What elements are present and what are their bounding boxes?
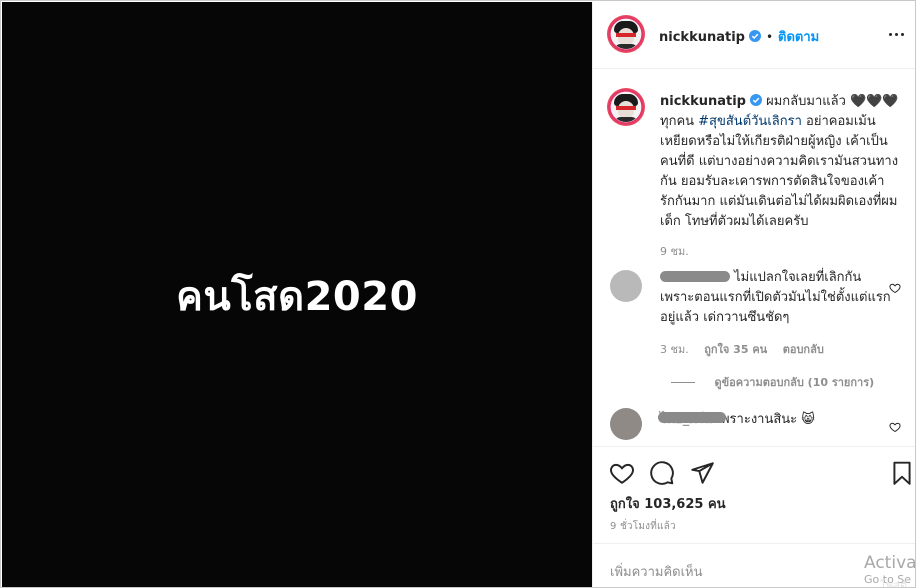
post-actions: ถูกใจ 103,625 คน 9 ชั่วโมงที่แล้ว (593, 446, 915, 544)
likes-count[interactable]: ถูกใจ 103,625 คน (610, 493, 726, 514)
comment-bubble-icon[interactable] (649, 460, 675, 486)
view-replies-link[interactable]: ดูข้อความตอบกลับ (10 รายการ) (715, 376, 875, 389)
post-side-panel: nickkunatip • ติดตาม nickkunatip ผมกลับมาแ… (592, 2, 916, 588)
follow-button[interactable]: ติดตาม (778, 30, 819, 45)
verified-badge-icon (748, 30, 761, 42)
windows-activation-watermark: Activat Go to Se โพสต์ (864, 553, 916, 588)
view-replies-row[interactable]: ดูข้อความตอบกลับ (10 รายการ) (671, 373, 874, 391)
avatar-photo (611, 19, 641, 49)
instagram-post-window: คนโสด2020 nickkunatip • ติดตาม nickkunat… (0, 0, 916, 588)
comment-item: ไม่แปลกใจเลยที่เลิกกัน เพราะตอนแรกที่เปิ… (660, 268, 896, 328)
author-avatar[interactable] (607, 15, 645, 53)
share-send-icon[interactable] (689, 460, 715, 486)
media-text: คนโสด2020 (176, 274, 418, 320)
save-bookmark-icon[interactable] (889, 460, 915, 486)
comment-like-heart-icon[interactable] (889, 421, 901, 433)
header-separator: • (765, 30, 774, 44)
header-username[interactable]: nickkunatip (659, 30, 745, 45)
watermark-line-3: โพสต์ (880, 579, 908, 588)
comment-like-count[interactable]: ถูกใจ 35 คน (704, 343, 767, 356)
comment-avatar[interactable] (610, 408, 642, 440)
comment-meta: 3 ชม. ถูกใจ 35 คน ตอบกลับ (660, 340, 824, 358)
like-heart-icon[interactable] (609, 460, 635, 486)
post-header: nickkunatip • ติดตาม (593, 2, 915, 69)
watermark-line-1: Activat (864, 553, 916, 573)
caption-text-part-2: อย่าคอมเม้นเหยียดหรือไม่ให้เกียรติฝ่ายผู… (660, 114, 899, 229)
replies-line (671, 382, 695, 383)
posted-time: 9 ชั่วโมงที่แล้ว (610, 521, 676, 532)
reply-button[interactable]: ตอบกลับ (783, 343, 824, 356)
comment-avatar[interactable] (610, 270, 642, 302)
caption-time: 9 ชม. (660, 245, 689, 258)
verified-badge-icon (749, 94, 762, 106)
caption: nickkunatip ผมกลับมาแล้ว 🖤🖤🖤 ทุกคน #สุขส… (660, 92, 900, 262)
add-comment-input[interactable] (610, 562, 850, 582)
comment-text: เพราะงานสินะ 😸 (716, 412, 815, 427)
more-options-icon[interactable] (889, 26, 907, 44)
comment-item: ไทย_ศรีส เพราะงานสินะ 😸 (658, 410, 896, 430)
comments-scroll-area[interactable]: nickkunatip ผมกลับมาแล้ว 🖤🖤🖤 ทุกคน #สุขส… (593, 70, 915, 446)
redacted-username (658, 412, 726, 423)
post-media[interactable]: คนโสด2020 (2, 2, 592, 587)
comment-time: 3 ชม. (660, 343, 689, 356)
redacted-username (660, 271, 730, 282)
caption-avatar[interactable] (607, 88, 645, 126)
header-user-line: nickkunatip • ติดตาม (659, 26, 819, 47)
caption-username[interactable]: nickkunatip (660, 94, 746, 109)
caption-hashtag[interactable]: #สุขสันต์วันเลิกรา (698, 114, 802, 129)
comment-like-heart-icon[interactable] (889, 282, 901, 294)
